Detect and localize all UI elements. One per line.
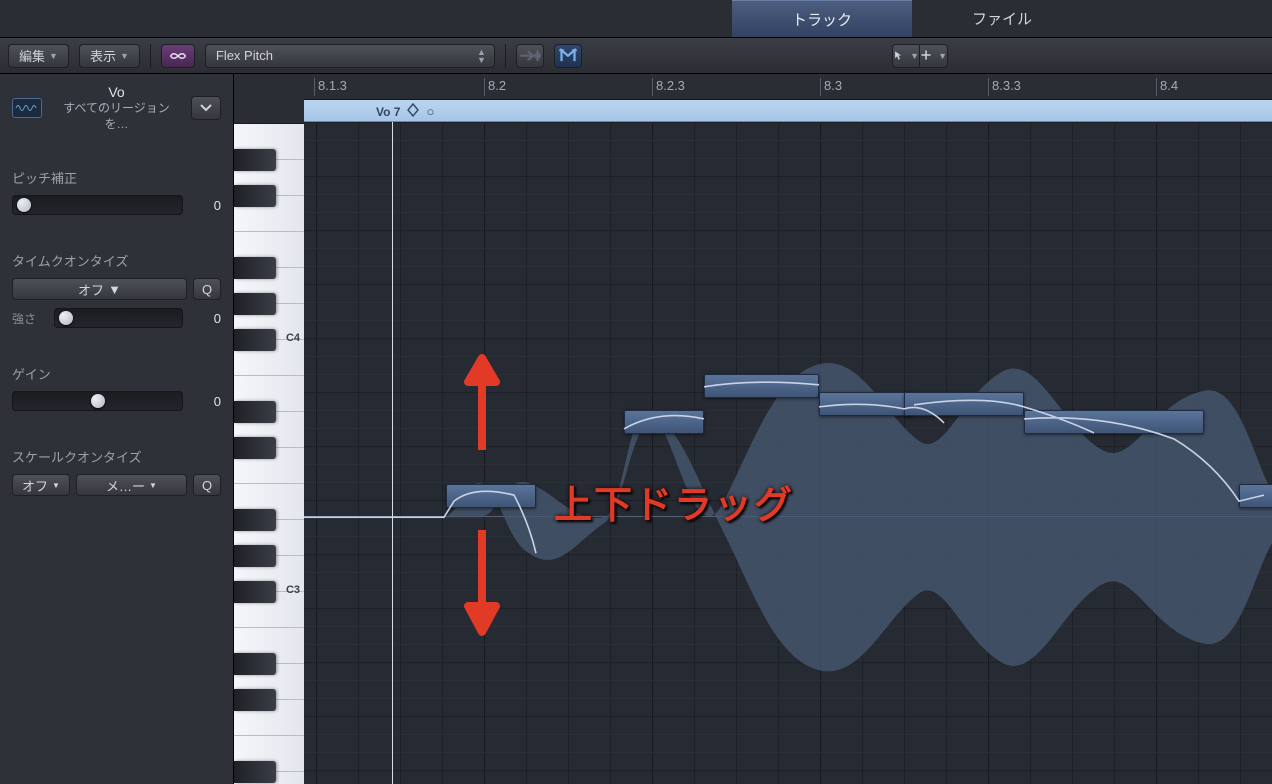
time-quantize-label: タイムクオンタイズ xyxy=(12,251,221,270)
pointer-tool[interactable]: ▼ xyxy=(892,44,920,68)
region-header[interactable]: Vo 7 ○ xyxy=(304,100,1272,122)
view-menu[interactable]: 表示▼ xyxy=(79,44,140,68)
region-name-label: Vo 7 xyxy=(376,105,400,119)
scale-quantize-button[interactable]: Q xyxy=(193,474,221,496)
gain-label: ゲイン xyxy=(12,364,221,383)
gain-value: 0 xyxy=(191,394,221,409)
tab-track[interactable]: トラック xyxy=(732,0,912,37)
pitch-correction-value: 0 xyxy=(191,198,221,213)
strength-label: 強さ xyxy=(12,310,46,327)
ruler-mark: 8.2.3 xyxy=(652,78,685,96)
quantize-button[interactable]: Q xyxy=(193,278,221,300)
catch-playhead-icon[interactable] xyxy=(516,44,544,68)
strength-value: 0 xyxy=(191,311,221,326)
ruler-mark: 8.3.3 xyxy=(988,78,1021,96)
inspector-panel: Vo すべてのリージョンを… ピッチ補正 0 タイムクオンタイズ オフ▼ Q 強… xyxy=(0,74,234,784)
pitch-correction-slider[interactable] xyxy=(12,195,183,215)
scale-root-select[interactable]: オフ▼ xyxy=(12,474,70,496)
time-quantize-select[interactable]: オフ▼ xyxy=(12,278,187,300)
playhead[interactable] xyxy=(392,122,393,784)
octave-label-c3: C3 xyxy=(286,584,300,596)
scale-type-select[interactable]: メ…ー▼ xyxy=(76,474,187,496)
loop-icon: ○ xyxy=(426,104,434,119)
piano-keyboard[interactable]: C4 C3 xyxy=(234,74,304,784)
alt-tool[interactable]: ▼ xyxy=(920,44,948,68)
flex-mode-select[interactable]: Flex Pitch ▲▼ xyxy=(205,44,495,68)
pitch-curve xyxy=(304,122,1272,784)
annotation-text: 上下ドラッグ xyxy=(554,474,794,529)
ruler-mark: 8.3 xyxy=(820,78,842,96)
pitch-correction-label: ピッチ補正 xyxy=(12,168,221,187)
region-subtitle: すべてのリージョンを… xyxy=(52,100,181,132)
ruler-mark: 8.1.3 xyxy=(314,78,347,96)
flex-pitch-editor[interactable]: 上下ドラッグ xyxy=(304,122,1272,784)
edit-menu[interactable]: 編集▼ xyxy=(8,44,69,68)
region-thumb-icon xyxy=(12,98,42,118)
gain-slider[interactable] xyxy=(12,391,183,411)
annotation-arrow-down-icon xyxy=(462,530,502,640)
inspector-disclosure[interactable] xyxy=(191,96,221,120)
scale-quantize-label: スケールクオンタイズ xyxy=(12,447,221,466)
region-title: Vo xyxy=(52,84,181,100)
flex-marker-icon xyxy=(406,103,420,120)
ruler-mark: 8.4 xyxy=(1156,78,1178,96)
flex-toggle-icon[interactable] xyxy=(161,44,195,68)
ruler-mark: 8.2 xyxy=(484,78,506,96)
autoselect-icon[interactable] xyxy=(554,44,582,68)
timeline-ruler[interactable]: 8.1.3 8.2 8.2.3 8.3 8.3.3 8.4 xyxy=(304,74,1272,100)
annotation-arrow-up-icon xyxy=(462,350,502,450)
tab-file[interactable]: ファイル xyxy=(912,0,1092,37)
strength-slider[interactable] xyxy=(54,308,183,328)
octave-label-c4: C4 xyxy=(286,332,300,344)
